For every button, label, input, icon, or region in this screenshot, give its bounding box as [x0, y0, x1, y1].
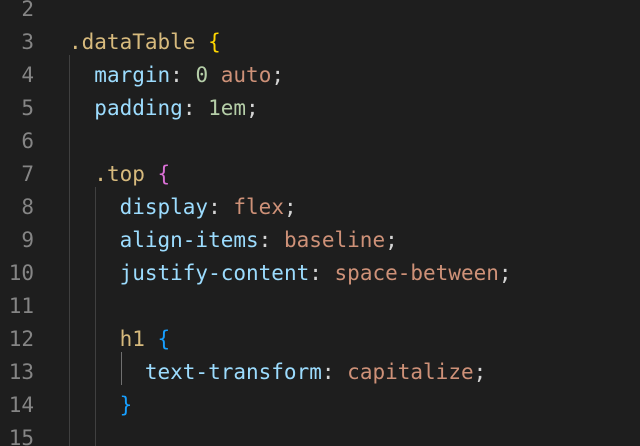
code-editor[interactable]: 2 3 .dataTable {4 margin: 0 auto; 5 padding… — [0, 0, 640, 446]
line-number: 2 — [21, 0, 34, 21]
code-token: : — [208, 195, 234, 219]
code-line[interactable]: 6 — [0, 125, 640, 158]
code-token: { — [208, 30, 221, 54]
code-line[interactable]: 13 text-transform: capitalize; — [0, 356, 640, 389]
code-token: ; — [283, 195, 297, 219]
code-line[interactable]: 3 .dataTable { — [0, 26, 640, 59]
code-line[interactable]: 5 padding: 1em; — [0, 92, 640, 125]
code-line[interactable]: 12 h1 { — [0, 323, 640, 356]
line-number: 9 — [21, 228, 34, 252]
code-text: } — [69, 389, 133, 422]
code-token: : — [258, 228, 284, 252]
code-text: align-items: baseline; — [69, 224, 398, 257]
line-number: 14 — [8, 393, 34, 417]
code-line[interactable]: 11 — [0, 290, 640, 323]
line-number: 3 — [21, 30, 34, 54]
code-token: { — [157, 327, 171, 351]
code-line[interactable]: 4 margin: 0 auto; — [0, 59, 640, 92]
code-line[interactable]: 2 — [0, 0, 640, 26]
code-token: capitalize — [347, 360, 474, 384]
code-line[interactable]: 15 — [0, 422, 640, 446]
code-token: baseline — [283, 228, 386, 252]
code-token: ; — [498, 261, 512, 285]
code-token: ; — [385, 228, 398, 252]
code-token: 0 — [195, 63, 209, 87]
code-line[interactable]: 7 .top { — [0, 158, 640, 191]
line-number: 4 — [21, 63, 34, 87]
line-number: 7 — [21, 162, 34, 186]
code-token: ; — [473, 360, 487, 384]
code-token: flex — [233, 195, 284, 219]
code-token: space-between — [334, 261, 499, 285]
code-text: display: flex; — [69, 191, 297, 224]
code-token: : — [321, 360, 348, 384]
line-number: 5 — [21, 96, 34, 120]
code-line[interactable]: 10 justify-content: space-between; — [0, 257, 640, 290]
line-number: 6 — [21, 129, 34, 153]
code-text: text-transform: capitalize; — [69, 356, 486, 389]
code-text: justify-content: space-between; — [69, 257, 512, 290]
code-token: padding — [94, 96, 183, 120]
code-token: ; — [271, 63, 284, 87]
code-token: display — [119, 195, 209, 219]
code-text: .top { — [69, 158, 170, 191]
code-line[interactable]: 8 display: flex; — [0, 191, 640, 224]
code-token: margin — [94, 63, 171, 87]
code-token: { — [157, 162, 171, 186]
code-token: ; — [246, 96, 259, 120]
code-token: } — [119, 393, 133, 417]
code-token: align-items — [119, 228, 259, 252]
code-text: .dataTable { — [69, 26, 221, 59]
code-text: h1 { — [69, 323, 171, 356]
line-number: 10 — [8, 261, 34, 285]
code-token: auto — [220, 63, 272, 87]
code-token: justify-content — [119, 261, 310, 285]
code-token: : — [309, 261, 335, 285]
code-line[interactable]: 9 align-items: baseline; — [0, 224, 640, 257]
line-number: 15 — [8, 426, 34, 446]
code-token: h1 — [119, 327, 145, 351]
code-token: 1em — [208, 96, 247, 120]
line-number: 13 — [8, 360, 34, 384]
code-text: margin: 0 auto; — [69, 59, 284, 92]
code-text: padding: 1em; — [69, 92, 259, 125]
code-token: .dataTable — [69, 30, 196, 54]
code-token: text-transform — [144, 360, 322, 384]
code-line[interactable]: 14 } — [0, 389, 640, 422]
code-token: .top — [94, 162, 145, 186]
line-number: 12 — [8, 327, 34, 351]
code-token: : — [170, 63, 196, 87]
line-number: 8 — [21, 195, 34, 219]
line-number: 11 — [8, 294, 34, 318]
code-token: : — [182, 96, 209, 120]
